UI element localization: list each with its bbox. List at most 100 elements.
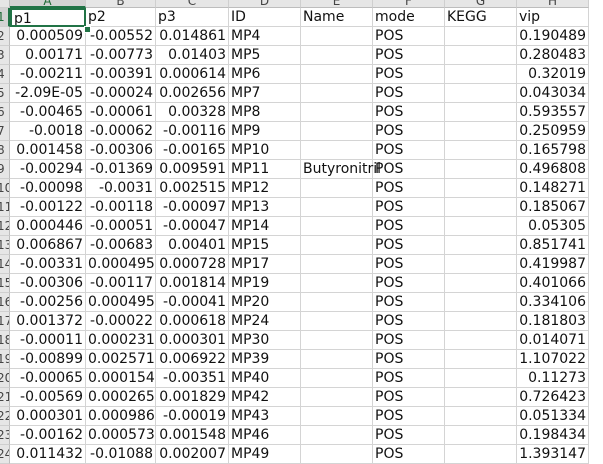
table-cell-id[interactable]: MP24 [229, 312, 301, 331]
table-cell-name[interactable] [301, 350, 373, 369]
header-cell-p1[interactable]: p1 [10, 8, 86, 27]
row-header-11[interactable]: 11 [0, 198, 10, 217]
table-cell-p2[interactable]: -0.00117 [86, 274, 156, 293]
select-all-corner[interactable] [0, 0, 10, 8]
table-cell-vip[interactable]: 1.107022 [517, 350, 589, 369]
table-cell-p3[interactable]: -0.00097 [156, 198, 229, 217]
table-cell-p3[interactable]: 0.00401 [156, 236, 229, 255]
header-cell-kegg[interactable]: KEGG [445, 8, 517, 27]
table-cell-p2[interactable]: -0.01088 [86, 445, 156, 464]
table-cell-p3[interactable]: 0.002656 [156, 84, 229, 103]
header-cell-p3[interactable]: p3 [156, 8, 229, 27]
table-cell-id[interactable]: MP43 [229, 407, 301, 426]
table-cell-name[interactable] [301, 369, 373, 388]
table-cell-p2[interactable]: -0.01369 [86, 160, 156, 179]
column-header-a[interactable]: A [10, 0, 86, 8]
table-cell-p1[interactable]: 0.00171 [10, 46, 86, 65]
table-cell-p1[interactable]: -0.00211 [10, 65, 86, 84]
table-cell-p2[interactable]: -0.00118 [86, 198, 156, 217]
table-cell-name[interactable] [301, 331, 373, 350]
table-cell-kegg[interactable] [445, 179, 517, 198]
row-header-13[interactable]: 13 [0, 236, 10, 255]
table-cell-mode[interactable]: POS [373, 426, 445, 445]
table-cell-vip[interactable]: 0.181803 [517, 312, 589, 331]
table-cell-id[interactable]: MP15 [229, 236, 301, 255]
table-cell-name[interactable]: Butyronitril [301, 160, 381, 179]
column-header-d[interactable]: D [229, 0, 301, 8]
table-cell-p2[interactable]: 0.000495 [86, 293, 156, 312]
table-cell-name[interactable] [301, 236, 373, 255]
table-cell-mode[interactable]: POS [373, 179, 445, 198]
table-cell-id[interactable]: MP14 [229, 217, 301, 236]
table-cell-name[interactable] [301, 198, 373, 217]
table-cell-kegg[interactable] [445, 27, 517, 46]
table-cell-id[interactable]: MP20 [229, 293, 301, 312]
table-cell-kegg[interactable] [445, 445, 517, 464]
table-cell-name[interactable] [301, 179, 373, 198]
table-cell-vip[interactable]: 0.32019 [517, 65, 589, 84]
table-cell-p1[interactable]: 0.001458 [10, 141, 86, 160]
table-cell-p2[interactable]: 0.000154 [86, 369, 156, 388]
table-cell-mode[interactable]: POS [373, 331, 445, 350]
table-cell-p1[interactable]: -0.00899 [10, 350, 86, 369]
table-cell-p3[interactable]: 0.001814 [156, 274, 229, 293]
table-cell-kegg[interactable] [445, 198, 517, 217]
table-cell-kegg[interactable] [445, 236, 517, 255]
table-cell-p2[interactable]: -0.00683 [86, 236, 156, 255]
table-cell-name[interactable] [301, 312, 373, 331]
table-cell-mode[interactable]: POS [373, 236, 445, 255]
row-header-10[interactable]: 10 [0, 179, 10, 198]
table-cell-p2[interactable]: -0.0031 [86, 179, 156, 198]
table-cell-name[interactable] [301, 255, 373, 274]
table-cell-p2[interactable]: -0.00306 [86, 141, 156, 160]
table-cell-kegg[interactable] [445, 160, 517, 179]
table-cell-kegg[interactable] [445, 84, 517, 103]
table-cell-mode[interactable]: POS [373, 369, 445, 388]
table-cell-kegg[interactable] [445, 122, 517, 141]
table-cell-kegg[interactable] [445, 103, 517, 122]
column-header-g[interactable]: G [445, 0, 517, 8]
table-cell-mode[interactable]: POS [373, 84, 445, 103]
table-cell-p2[interactable]: 0.000495 [86, 255, 156, 274]
table-cell-id[interactable]: MP10 [229, 141, 301, 160]
column-header-e[interactable]: E [301, 0, 373, 8]
table-cell-id[interactable]: MP46 [229, 426, 301, 445]
table-cell-name[interactable] [301, 293, 373, 312]
row-header-14[interactable]: 14 [0, 255, 10, 274]
row-header-20[interactable]: 20 [0, 369, 10, 388]
header-cell-mode[interactable]: mode [373, 8, 445, 27]
row-header-18[interactable]: 18 [0, 331, 10, 350]
table-cell-mode[interactable]: POS [373, 27, 445, 46]
table-cell-vip[interactable]: 0.190489 [517, 27, 589, 46]
row-header-22[interactable]: 22 [0, 407, 10, 426]
row-header-24[interactable]: 24 [0, 445, 10, 464]
table-cell-mode[interactable]: POS [373, 388, 445, 407]
table-cell-p3[interactable]: 0.01403 [156, 46, 229, 65]
table-cell-p1[interactable]: -0.00306 [10, 274, 86, 293]
table-cell-id[interactable]: MP5 [229, 46, 301, 65]
table-cell-p2[interactable]: -0.00773 [86, 46, 156, 65]
table-cell-vip[interactable]: 0.280483 [517, 46, 589, 65]
table-cell-kegg[interactable] [445, 388, 517, 407]
row-header-6[interactable]: 6 [0, 103, 10, 122]
table-cell-p1[interactable]: 0.001372 [10, 312, 86, 331]
row-header-7[interactable]: 7 [0, 122, 10, 141]
table-cell-kegg[interactable] [445, 65, 517, 84]
table-cell-vip[interactable]: 0.185067 [517, 198, 589, 217]
table-cell-kegg[interactable] [445, 369, 517, 388]
table-cell-p3[interactable]: 0.014861 [156, 27, 229, 46]
table-cell-id[interactable]: MP39 [229, 350, 301, 369]
header-cell-vip[interactable]: vip [517, 8, 589, 27]
table-cell-name[interactable] [301, 426, 373, 445]
table-cell-p1[interactable]: -0.00065 [10, 369, 86, 388]
table-cell-p3[interactable]: 0.000614 [156, 65, 229, 84]
table-cell-kegg[interactable] [445, 426, 517, 445]
table-cell-vip[interactable]: 0.014071 [517, 331, 589, 350]
table-cell-vip[interactable]: 0.593557 [517, 103, 589, 122]
table-cell-mode[interactable]: POS [373, 103, 445, 122]
table-cell-p1[interactable]: -0.00098 [10, 179, 86, 198]
table-cell-kegg[interactable] [445, 141, 517, 160]
table-cell-id[interactable]: MP30 [229, 331, 301, 350]
table-cell-kegg[interactable] [445, 217, 517, 236]
table-cell-p1[interactable]: 0.011432 [10, 445, 86, 464]
